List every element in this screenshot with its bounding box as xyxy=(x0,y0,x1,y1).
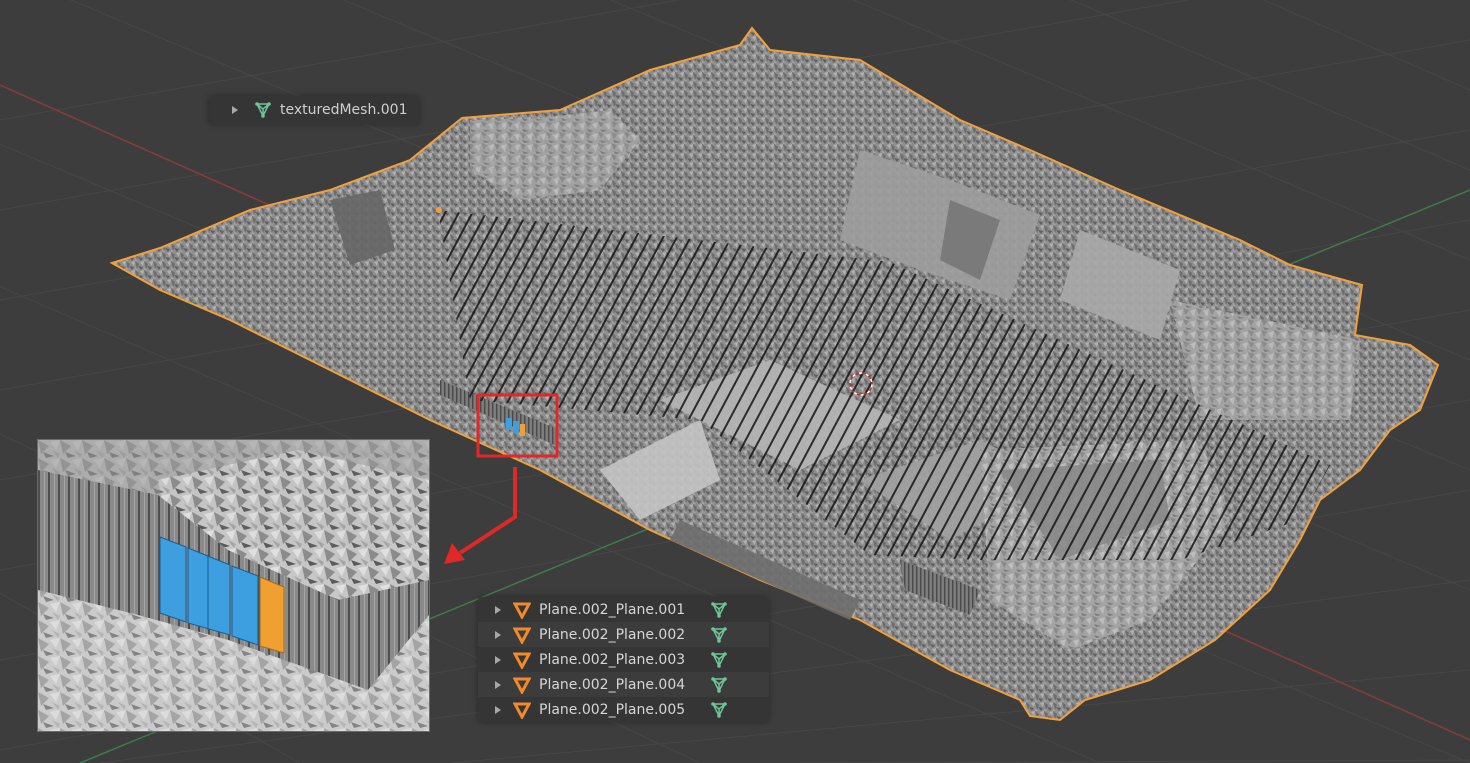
selected-plane-blue-3 xyxy=(231,565,259,646)
active-plane-orange xyxy=(259,576,285,654)
outliner-row-plane-3[interactable]: Plane.002_Plane.003 xyxy=(478,647,769,672)
object-name: Plane.002_Plane.003 xyxy=(539,651,686,668)
object-name: Plane.002_Plane.001 xyxy=(539,601,686,618)
object-name: Plane.002_Plane.002 xyxy=(539,626,686,643)
outliner-row-plane-4[interactable]: Plane.002_Plane.004 xyxy=(478,672,769,697)
outliner-row-plane-2[interactable]: Plane.002_Plane.002 xyxy=(478,622,769,647)
mesh-data-icon[interactable] xyxy=(710,601,728,619)
object-name: texturedMesh.001 xyxy=(280,102,408,118)
expand-arrow-icon[interactable] xyxy=(232,106,238,114)
outliner-textured-mesh: texturedMesh.001 xyxy=(209,96,419,124)
mesh-data-icon[interactable] xyxy=(710,651,728,669)
mesh-object-icon xyxy=(513,626,531,644)
mesh-object-icon xyxy=(513,601,531,619)
outliner-row-plane-5[interactable]: Plane.002_Plane.005 xyxy=(478,697,769,722)
expand-arrow-icon[interactable] xyxy=(495,630,501,639)
expand-arrow-icon[interactable] xyxy=(495,655,501,664)
mesh-data-icon[interactable] xyxy=(710,701,728,719)
mesh-data-icon[interactable] xyxy=(710,676,728,694)
mesh-data-icon xyxy=(254,101,272,119)
object-name: Plane.002_Plane.005 xyxy=(539,701,686,718)
object-name: Plane.002_Plane.004 xyxy=(539,676,686,693)
selected-plane-blue-1 xyxy=(159,536,187,623)
outliner-row[interactable]: texturedMesh.001 xyxy=(209,96,419,124)
expand-arrow-icon[interactable] xyxy=(495,705,501,714)
expand-arrow-icon[interactable] xyxy=(495,680,501,689)
mesh-object-icon xyxy=(513,701,531,719)
origin-point xyxy=(436,207,442,213)
mesh-data-icon[interactable] xyxy=(710,626,728,644)
expand-arrow-icon[interactable] xyxy=(495,605,501,614)
mesh-object-icon xyxy=(513,651,531,669)
outliner-planes: Plane.002_Plane.001 Plane.002_Plane.002 … xyxy=(478,597,769,722)
mesh-object-icon xyxy=(513,676,531,694)
outliner-row-plane-1[interactable]: Plane.002_Plane.001 xyxy=(478,597,769,622)
zoom-inset xyxy=(37,439,430,732)
